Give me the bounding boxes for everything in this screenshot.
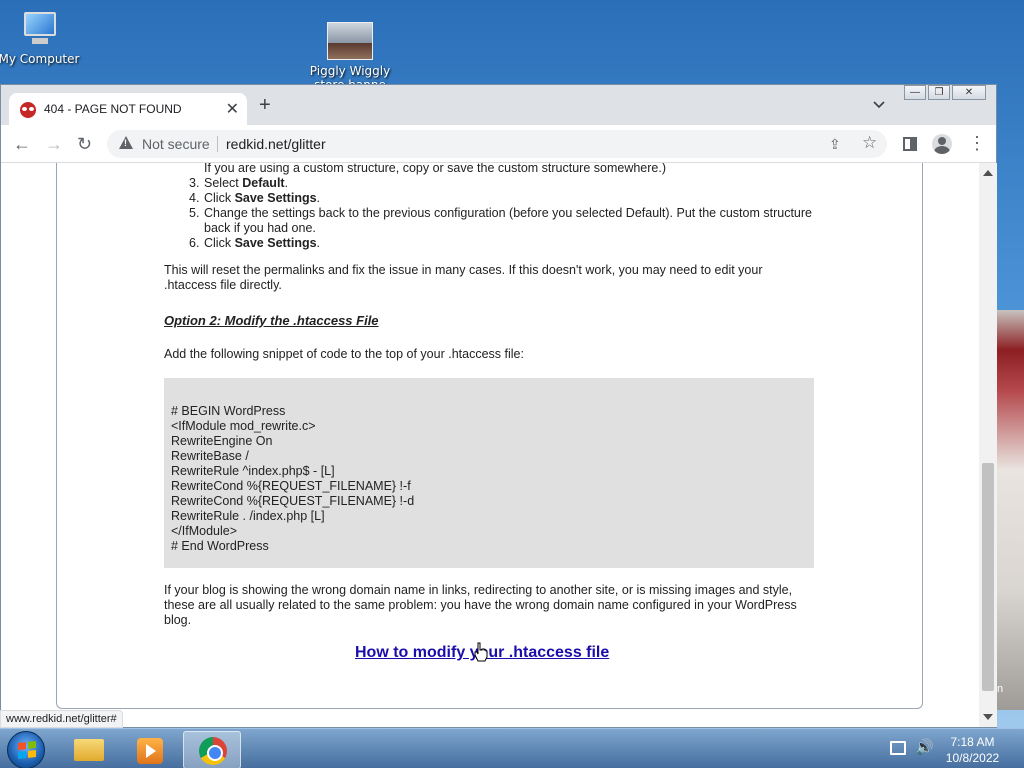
step-text: Click — [204, 191, 235, 205]
code-line: <IfModule mod_rewrite.c> — [171, 419, 316, 433]
step-text: . — [316, 236, 321, 250]
snippet-paragraph: Add the following snippet of code to the… — [164, 347, 524, 361]
option2-heading: Option 2: Modify the .htaccess File — [164, 313, 379, 328]
bookmark-star-icon[interactable]: ☆ — [862, 133, 877, 153]
list-item: If you are using a custom structure, cop… — [204, 163, 814, 176]
minimize-button[interactable]: — — [904, 85, 926, 100]
windows-logo-icon — [18, 741, 36, 759]
system-clock[interactable]: 7:18 AM 10/8/2022 — [935, 734, 1010, 766]
tab-404[interactable]: 404 - PAGE NOT FOUND ✕ — [9, 93, 247, 125]
url-text[interactable]: redkid.net/glitter — [226, 136, 326, 152]
step-number: 4. — [189, 191, 200, 205]
list-item: 4. Click Save Settings. — [189, 191, 814, 206]
profile-avatar-icon[interactable] — [932, 134, 952, 154]
step-number: 6. — [189, 236, 200, 250]
list-item: 3. Select Default. — [189, 176, 814, 191]
forward-button[interactable]: → — [45, 134, 63, 154]
code-line: # End WordPress — [171, 539, 269, 553]
new-tab-button[interactable]: + — [259, 95, 271, 115]
code-line: </IfModule> — [171, 524, 238, 538]
reload-button[interactable]: ↻ — [77, 134, 92, 154]
code-line: RewriteEngine On — [171, 434, 273, 448]
step-bold: Save Settings — [234, 236, 317, 250]
step-number: 3. — [189, 176, 200, 190]
step-text: . — [284, 176, 289, 190]
step-text: If you are using a custom structure, cop… — [204, 163, 666, 175]
taskbar-explorer[interactable] — [60, 731, 118, 768]
taskbar: 🔊 7:18 AM 10/8/2022 — [0, 728, 1024, 768]
tab-search-chevron-icon[interactable] — [873, 99, 885, 111]
desktop-icon-piggly-wiggly[interactable]: Piggly Wiggly store banne — [305, 22, 395, 84]
step-text: . — [316, 191, 321, 205]
htaccess-code-block: # BEGIN WordPress <IfModule mod_rewrite.c… — [164, 378, 814, 568]
step-bold: Default — [242, 176, 285, 190]
not-secure-warning-icon[interactable] — [119, 136, 133, 149]
image-file-icon — [327, 22, 373, 60]
status-bubble: www.redkid.net/glitter# — [0, 710, 123, 728]
code-line: RewriteRule . /index.php [L] — [171, 509, 325, 523]
page-viewport: If you are using a custom structure, cop… — [1, 163, 979, 727]
side-panel-icon[interactable] — [903, 137, 917, 151]
scroll-up-arrow-icon[interactable] — [983, 170, 993, 176]
address-bar[interactable]: Not secure redkid.net/glitter ⇪ ☆ — [107, 130, 887, 158]
security-label[interactable]: Not secure — [142, 136, 210, 152]
scroll-down-arrow-icon[interactable] — [983, 714, 993, 720]
step-number: 5. — [189, 206, 200, 220]
step-text: Click — [204, 236, 235, 250]
code-line: RewriteCond %{REQUEST_FILENAME} !-d — [171, 494, 415, 508]
browser-toolbar: ← → ↻ Not secure redkid.net/glitter ⇪ ☆ … — [1, 125, 996, 163]
reset-paragraph: This will reset the permalinks and fix t… — [164, 263, 763, 292]
page-scrollbar[interactable] — [979, 163, 997, 727]
taskbar-media-player[interactable] — [121, 731, 179, 768]
step-text: Change the settings back to the previous… — [204, 206, 812, 235]
computer-icon — [16, 10, 62, 48]
tab-title: 404 - PAGE NOT FOUND — [44, 102, 182, 116]
back-button[interactable]: ← — [13, 134, 31, 154]
browser-window: 404 - PAGE NOT FOUND ✕ + — ❐ ✕ ← → ↻ Not… — [0, 84, 997, 728]
volume-icon[interactable]: 🔊 — [915, 738, 934, 756]
redkid-favicon-icon — [20, 102, 36, 118]
steps-list: If you are using a custom structure, cop… — [189, 163, 814, 251]
domain-paragraph: If your blog is showing the wrong domain… — [164, 583, 797, 627]
tab-strip: 404 - PAGE NOT FOUND ✕ + — ❐ ✕ — [1, 85, 996, 125]
restore-button[interactable]: ❐ — [928, 85, 950, 100]
network-icon[interactable] — [890, 741, 906, 755]
step-text: Select — [204, 176, 243, 190]
chrome-icon — [199, 737, 227, 765]
start-button[interactable] — [7, 731, 45, 768]
list-item: 6. Click Save Settings. — [189, 236, 814, 251]
desktop-wallpaper-store — [996, 310, 1024, 710]
media-player-icon — [137, 738, 163, 764]
clock-time: 7:18 AM — [950, 735, 995, 749]
clock-date: 10/8/2022 — [945, 751, 1000, 765]
close-tab-icon[interactable]: ✕ — [226, 99, 239, 119]
chrome-menu-icon[interactable]: ⋮ — [968, 133, 986, 154]
desktop-icon-label: My Computer — [0, 52, 80, 66]
folder-icon — [74, 739, 104, 761]
scrollbar-thumb[interactable] — [982, 463, 994, 691]
step-bold: Save Settings — [234, 191, 317, 205]
desktop-icon-my-computer[interactable]: My Computer — [0, 10, 84, 66]
desktop-edge-text: n — [997, 683, 1004, 695]
share-icon[interactable]: ⇪ — [829, 136, 841, 153]
code-line: RewriteRule ^index.php$ - [L] — [171, 464, 335, 478]
code-line: RewriteCond %{REQUEST_FILENAME} !-f — [171, 479, 411, 493]
code-line: RewriteBase / — [171, 449, 249, 463]
list-item: 5. Change the settings back to the previ… — [189, 206, 814, 236]
code-line: # BEGIN WordPress — [171, 404, 286, 418]
close-window-button[interactable]: ✕ — [952, 85, 986, 100]
desktop-icon-label: Piggly Wiggly store banne — [309, 64, 391, 84]
taskbar-chrome[interactable] — [183, 731, 241, 768]
hand-cursor-icon — [474, 642, 488, 662]
omnibox-divider — [217, 136, 218, 152]
window-controls: — ❐ ✕ — [904, 85, 986, 100]
